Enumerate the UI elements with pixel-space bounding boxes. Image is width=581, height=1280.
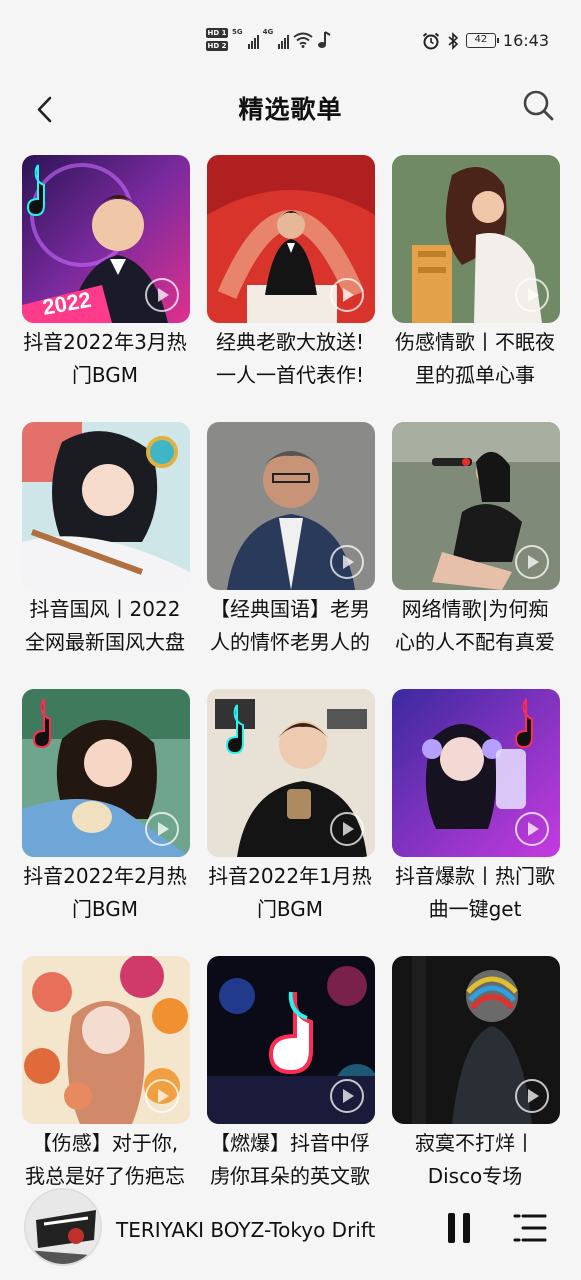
playlist-cover[interactable]	[207, 689, 375, 857]
playlist-title: 寂寞不打烊丨 Disco专场	[415, 1131, 535, 1188]
playlist-title: 抖音爆款丨热门歌 曲一键get	[395, 864, 555, 921]
playlist-card[interactable]: 抖音2022年1月热 门BGM	[205, 674, 375, 921]
play-icon[interactable]	[144, 811, 180, 847]
playlist-card[interactable]: 抖音国风丨2022 全网最新国风大盘	[20, 407, 190, 654]
mini-player[interactable]: TERIYAKI BOYZ-Tokyo Drift	[0, 1188, 581, 1280]
playlist-card[interactable]: 2022 抖音2022年3月热 门BGM	[20, 140, 190, 387]
signal-icon	[278, 31, 290, 49]
play-icon[interactable]	[514, 544, 550, 580]
playlist-cover[interactable]	[392, 422, 560, 590]
playlist-title: 抖音2022年1月热 门BGM	[208, 864, 372, 921]
playlist-cover[interactable]	[207, 956, 375, 1124]
playlist-card[interactable]: 伤感情歌丨不眠夜 里的孤单心事	[390, 140, 560, 387]
play-icon[interactable]	[144, 1078, 180, 1114]
play-icon[interactable]	[144, 277, 180, 313]
playlist-cover[interactable]	[22, 422, 190, 590]
playlist-title: 【伤感】对于你, 我总是好了伤疤忘	[25, 1131, 185, 1188]
play-icon[interactable]	[329, 544, 365, 580]
play-icon[interactable]	[329, 277, 365, 313]
playlist-icon[interactable]	[512, 1210, 548, 1246]
track-title: TERIYAKI BOYZ-Tokyo Drift	[116, 1218, 376, 1242]
pause-button[interactable]	[444, 1210, 474, 1246]
playlist-card[interactable]: 抖音2022年2月热 门BGM	[20, 674, 190, 921]
now-playing-art[interactable]	[24, 1188, 102, 1266]
alarm-icon	[422, 32, 440, 49]
music-note-icon	[318, 30, 331, 48]
playlist-card[interactable]: 抖音爆款丨热门歌 曲一键get	[390, 674, 560, 921]
playlist-title: 抖音2022年2月热 门BGM	[23, 864, 187, 921]
play-icon[interactable]	[329, 811, 365, 847]
status-left: HD 1 HD 2 5G 4G	[206, 28, 331, 51]
header: 精选歌单	[0, 86, 581, 138]
bluetooth-icon	[448, 31, 459, 50]
hd2-badge: HD 2	[206, 41, 228, 51]
play-icon[interactable]	[514, 277, 550, 313]
playlist-title: 抖音国风丨2022 全网最新国风大盘	[25, 597, 185, 654]
play-icon[interactable]	[329, 1078, 365, 1114]
wifi-icon	[293, 32, 313, 48]
playlist-title: 经典老歌大放送! 一人一首代表作!	[215, 330, 365, 387]
net1-label: 5G	[232, 28, 243, 36]
playlist-cover[interactable]	[392, 689, 560, 857]
playlist-title: 网络情歌|为何痴 心的人不配有真爱	[395, 597, 555, 654]
playlist-cover[interactable]	[22, 956, 190, 1124]
playlist-card[interactable]: 【经典国语】老男 人的情怀老男人的	[205, 407, 375, 654]
playlist-title: 抖音2022年3月热 门BGM	[23, 330, 187, 387]
playlist-cover[interactable]	[392, 155, 560, 323]
play-icon[interactable]	[514, 1078, 550, 1114]
playlist-card[interactable]: 【伤感】对于你, 我总是好了伤疤忘	[20, 941, 190, 1188]
playlist-title: 伤感情歌丨不眠夜 里的孤单心事	[395, 330, 555, 387]
playlist-title: 【经典国语】老男 人的情怀老男人的	[210, 597, 370, 654]
playlist-title: 【燃爆】抖音中俘 虏你耳朵的英文歌	[210, 1131, 370, 1188]
playlist-cover[interactable]	[207, 155, 375, 323]
signal-icon	[247, 31, 259, 49]
play-icon[interactable]	[514, 811, 550, 847]
playlist-card[interactable]: 【燃爆】抖音中俘 虏你耳朵的英文歌	[205, 941, 375, 1188]
status-bar: HD 1 HD 2 5G 4G 42 16:43	[0, 0, 581, 86]
pause-icon	[448, 1213, 455, 1243]
battery-icon: 42	[465, 33, 499, 48]
playlist-card[interactable]: 经典老歌大放送! 一人一首代表作!	[205, 140, 375, 387]
playlist-cover[interactable]	[207, 422, 375, 590]
playlist-cover[interactable]	[22, 689, 190, 857]
playlist-card[interactable]: 网络情歌|为何痴 心的人不配有真爱	[390, 407, 560, 654]
status-right: 42 16:43	[422, 31, 549, 50]
hd1-badge: HD 1	[206, 28, 228, 38]
net2-label: 4G	[262, 28, 274, 36]
page-title: 精选歌单	[238, 95, 343, 124]
search-icon[interactable]	[519, 86, 559, 126]
playlist-card[interactable]: 寂寞不打烊丨 Disco专场	[390, 941, 560, 1188]
playlist-cover[interactable]	[392, 956, 560, 1124]
playlist-cover[interactable]: 2022	[22, 155, 190, 323]
clock: 16:43	[502, 31, 549, 50]
